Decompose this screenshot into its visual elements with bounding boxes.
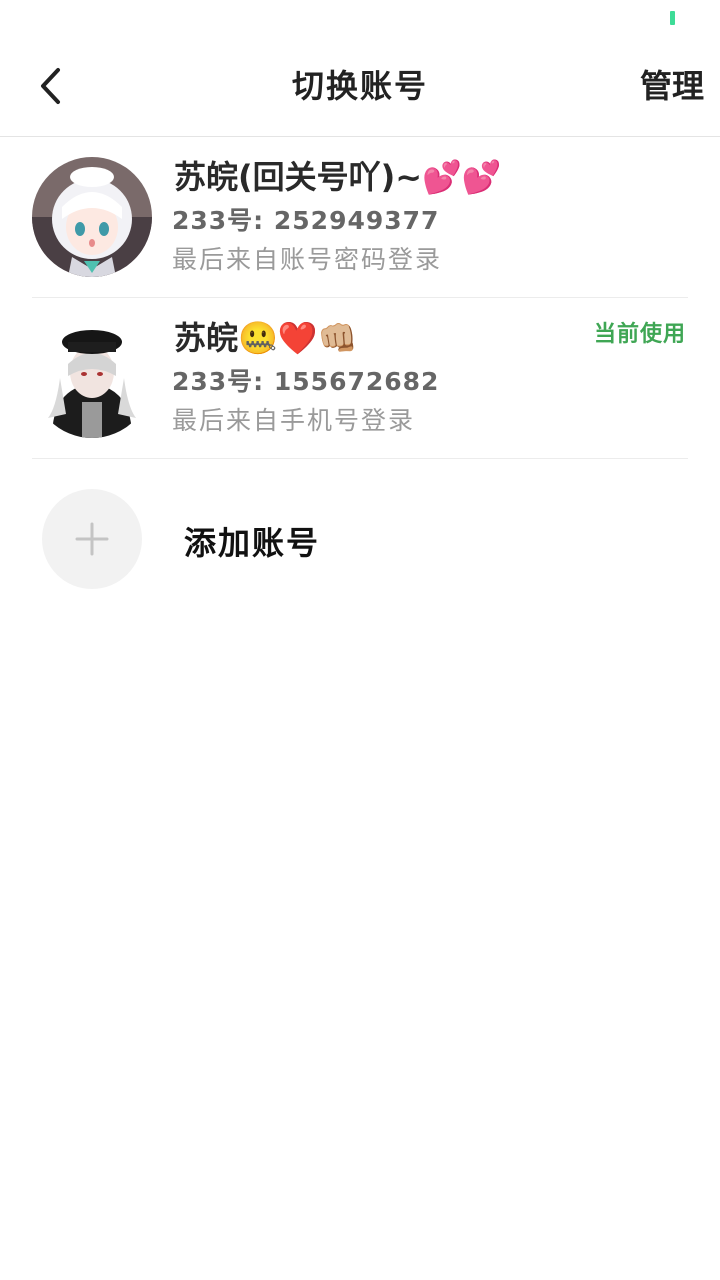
plus-icon (75, 522, 109, 556)
account-name: 苏皖🤐❤️👊🏼 (174, 319, 358, 357)
manage-button[interactable]: 管理 (640, 40, 704, 132)
add-account-button[interactable]: 添加账号 (32, 459, 688, 629)
anime-avatar-black-coat-icon (32, 318, 152, 438)
avatar (32, 157, 152, 277)
account-list: 苏皖(回关号吖)~💕💕 233号: 252949377 最后来自账号密码登录 苏… (0, 137, 720, 629)
add-account-label: 添加账号 (184, 524, 321, 562)
back-button[interactable] (28, 62, 72, 110)
account-id: 233号: 252949377 (172, 206, 440, 235)
add-account-circle[interactable] (42, 489, 142, 589)
account-last-login: 最后来自手机号登录 (172, 406, 416, 435)
current-account-badge: 当前使用 (593, 322, 686, 347)
account-last-login: 最后来自账号密码登录 (172, 245, 443, 274)
status-bar (0, 0, 720, 40)
avatar (32, 318, 152, 438)
chevron-left-icon (41, 68, 60, 104)
status-indicator (670, 11, 675, 25)
account-name: 苏皖(回关号吖)~💕💕 (174, 158, 502, 196)
page-title: 切换账号 (291, 67, 428, 105)
header: 切换账号 管理 (0, 40, 720, 137)
account-id: 233号: 155672682 (172, 367, 440, 396)
account-item-1[interactable]: 苏皖(回关号吖)~💕💕 233号: 252949377 最后来自账号密码登录 (32, 137, 688, 298)
account-item-2[interactable]: 苏皖🤐❤️👊🏼 当前使用 233号: 155672682 最后来自手机号登录 (32, 298, 688, 459)
anime-avatar-white-hair-icon (32, 157, 152, 277)
